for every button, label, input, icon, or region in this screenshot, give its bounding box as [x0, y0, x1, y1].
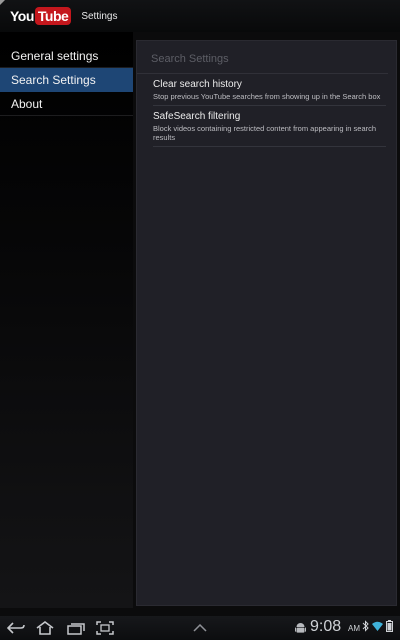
- sidebar-item-label: Search Settings: [11, 73, 96, 87]
- sidebar-item-label: About: [11, 97, 43, 111]
- home-icon[interactable]: [34, 619, 56, 637]
- logo-tube-text: Tube: [34, 7, 72, 25]
- pref-summary: Stop previous YouTube searches from show…: [153, 92, 381, 101]
- back-icon[interactable]: [6, 619, 26, 637]
- wifi-icon: [372, 621, 383, 632]
- panel-header: Search Settings: [137, 41, 388, 74]
- clock-ampm: AM: [348, 624, 360, 633]
- bluetooth-icon: [362, 620, 369, 632]
- recent-apps-icon[interactable]: [66, 619, 86, 637]
- safesearch-filtering-pref[interactable]: SafeSearch filtering Block videos contai…: [153, 106, 386, 147]
- pref-summary: Block videos containing restricted conte…: [153, 124, 377, 142]
- battery-icon: [386, 620, 393, 632]
- system-bar: 9:08 AM: [0, 616, 400, 640]
- clear-search-history-pref[interactable]: Clear search history Stop previous YouTu…: [153, 74, 386, 106]
- pref-title: Clear search history: [153, 79, 242, 90]
- sidebar-item-general-settings[interactable]: General settings: [0, 44, 133, 68]
- sidebar-item-about[interactable]: About: [0, 92, 133, 116]
- android-icon: [294, 619, 306, 637]
- sidebar-item-search-settings[interactable]: Search Settings: [0, 68, 133, 92]
- clock-time: 9:08: [310, 618, 342, 635]
- status-icons[interactable]: [362, 620, 393, 632]
- screenshot-icon[interactable]: [95, 619, 115, 637]
- action-bar: You Tube Settings: [0, 0, 400, 32]
- settings-detail-panel: Search Settings Clear search history Sto…: [136, 40, 397, 606]
- settings-sidebar: General settings Search Settings About: [0, 32, 133, 608]
- screen-title: Settings: [81, 10, 118, 22]
- logo-you-text: You: [10, 8, 34, 24]
- sidebar-item-label: General settings: [11, 49, 99, 63]
- pref-title: SafeSearch filtering: [153, 111, 241, 122]
- up-chevron-icon[interactable]: [192, 619, 208, 637]
- youtube-logo[interactable]: You Tube: [10, 6, 72, 26]
- corner-indicator: [0, 0, 5, 5]
